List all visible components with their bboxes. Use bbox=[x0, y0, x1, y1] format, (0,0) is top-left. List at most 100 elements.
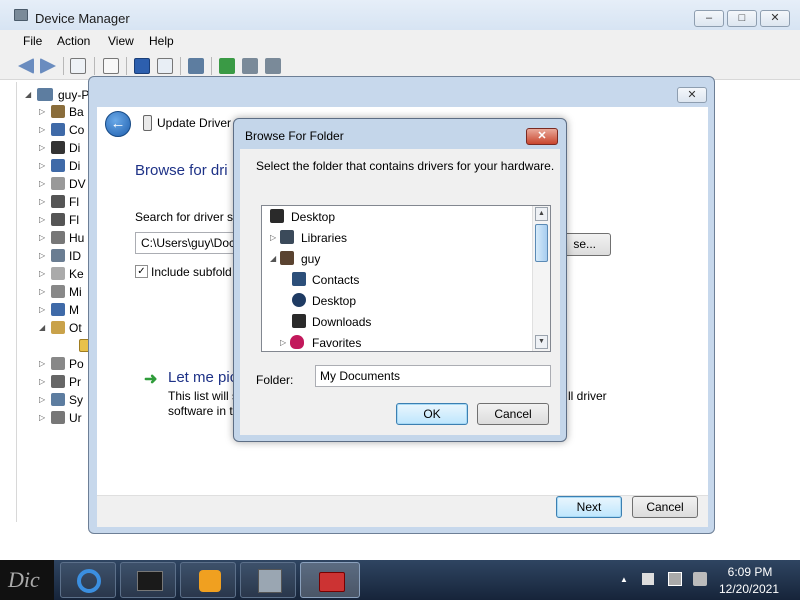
ports-icon bbox=[51, 357, 65, 370]
taskbar-app[interactable] bbox=[240, 562, 296, 598]
expand-icon[interactable]: ▷ bbox=[39, 125, 45, 134]
show-hide-console-tree-icon[interactable] bbox=[70, 58, 86, 74]
toolbar-separator bbox=[180, 57, 181, 75]
expand-icon[interactable]: ▷ bbox=[39, 251, 45, 260]
expand-icon[interactable]: ▷ bbox=[39, 161, 45, 170]
expand-icon[interactable]: ▷ bbox=[39, 269, 45, 278]
floppy-controller-icon bbox=[51, 195, 65, 208]
folder-label: Folder: bbox=[256, 373, 294, 387]
maximize-button[interactable]: □ bbox=[727, 10, 757, 27]
clock-date[interactable]: 12/20/2021 bbox=[712, 582, 786, 596]
collapse-icon[interactable]: ◢ bbox=[39, 323, 45, 332]
toolbar-separator bbox=[63, 57, 64, 75]
close-button[interactable]: ✕ bbox=[760, 10, 790, 27]
forward-icon[interactable] bbox=[40, 58, 56, 74]
menu-action[interactable]: Action bbox=[57, 34, 90, 48]
scan-hardware-icon[interactable] bbox=[188, 58, 204, 74]
scroll-up-button[interactable]: ▲ bbox=[535, 207, 548, 221]
cancel-button[interactable]: Cancel bbox=[477, 403, 549, 425]
back-icon[interactable] bbox=[18, 58, 34, 74]
include-subfolders-label[interactable]: Include subfold bbox=[151, 265, 232, 279]
expand-icon[interactable]: ▷ bbox=[39, 215, 45, 224]
pick-from-list-description: This list will s bbox=[168, 389, 239, 403]
taskbar: Dic ▲ 6:09 PM 12/20/2021 bbox=[0, 560, 800, 600]
disable-device-icon[interactable] bbox=[265, 58, 281, 74]
processor-icon bbox=[51, 375, 65, 388]
libraries-icon bbox=[280, 230, 294, 244]
expand-icon[interactable]: ▷ bbox=[39, 395, 45, 404]
close-icon: ✕ bbox=[687, 89, 697, 101]
update-driver-icon[interactable] bbox=[219, 58, 235, 74]
device-icon bbox=[143, 115, 152, 131]
expand-icon[interactable]: ▷ bbox=[39, 179, 45, 188]
menu-help[interactable]: Help bbox=[149, 34, 174, 48]
expand-icon[interactable]: ▷ bbox=[39, 413, 45, 422]
taskbar-app[interactable] bbox=[60, 562, 116, 598]
start-label: Dic bbox=[8, 567, 40, 592]
expand-icon[interactable]: ▷ bbox=[270, 233, 276, 242]
taskbar-app[interactable] bbox=[180, 562, 236, 598]
ok-button[interactable]: OK bbox=[396, 403, 468, 425]
device-manager-titlebar[interactable]: Device Manager – □ ✕ bbox=[0, 0, 800, 30]
close-icon: ✕ bbox=[770, 12, 780, 24]
maximize-icon: □ bbox=[738, 12, 746, 24]
back-arrow-icon: ← bbox=[110, 115, 126, 132]
pick-from-list-description-tail: ll driver bbox=[568, 389, 607, 403]
action-pane-icon[interactable] bbox=[157, 58, 173, 74]
expand-icon[interactable]: ▷ bbox=[39, 377, 45, 386]
search-location-label: Search for driver so bbox=[135, 210, 240, 224]
collapse-icon[interactable]: ◢ bbox=[25, 90, 31, 99]
taskbar-app[interactable] bbox=[120, 562, 176, 598]
user-folder-icon bbox=[280, 251, 294, 265]
computer-icon bbox=[51, 123, 65, 136]
minimize-button[interactable]: – bbox=[694, 10, 724, 27]
taskbar-app-active[interactable] bbox=[300, 562, 360, 598]
wizard-footer: Next Cancel bbox=[97, 495, 708, 527]
wizard-back-button[interactable]: ← bbox=[105, 111, 131, 137]
expand-icon[interactable]: ▷ bbox=[39, 107, 45, 116]
expand-icon[interactable]: ▷ bbox=[280, 338, 286, 347]
folder-input[interactable]: My Documents bbox=[315, 365, 551, 387]
expand-icon[interactable]: ▷ bbox=[39, 305, 45, 314]
clock-time[interactable]: 6:09 PM bbox=[720, 565, 780, 579]
favorites-icon bbox=[290, 335, 304, 349]
help-icon[interactable] bbox=[134, 58, 150, 74]
mouse-icon bbox=[51, 285, 65, 298]
start-button[interactable]: Dic bbox=[0, 560, 54, 600]
include-subfolders-checkbox[interactable]: ✓ bbox=[135, 265, 148, 278]
keyboard-icon bbox=[51, 267, 65, 280]
expand-icon[interactable]: ▷ bbox=[39, 287, 45, 296]
uninstall-device-icon[interactable] bbox=[242, 58, 258, 74]
display-adapter-icon bbox=[51, 159, 65, 172]
cancel-button[interactable]: Cancel bbox=[632, 496, 698, 518]
expand-icon[interactable]: ▷ bbox=[39, 143, 45, 152]
desktop-icon bbox=[292, 293, 306, 307]
other-devices-icon bbox=[51, 321, 65, 334]
minimize-icon: – bbox=[705, 12, 713, 24]
tree-root[interactable]: ◢ guy-P bbox=[25, 86, 95, 104]
monitor-icon bbox=[51, 303, 65, 316]
volume-muted-icon[interactable] bbox=[693, 572, 707, 586]
expand-icon[interactable]: ▷ bbox=[39, 197, 45, 206]
show-hidden-icons-button[interactable]: ▲ bbox=[620, 575, 628, 584]
action-center-flag-icon[interactable] bbox=[642, 573, 654, 585]
scroll-down-button[interactable]: ▼ bbox=[535, 335, 548, 349]
next-button[interactable]: Next bbox=[556, 496, 622, 518]
dialog-close-button[interactable]: ✕ bbox=[526, 128, 558, 145]
network-icon[interactable] bbox=[668, 572, 682, 586]
menu-view[interactable]: View bbox=[108, 34, 134, 48]
menu-file[interactable]: File bbox=[23, 34, 42, 48]
expand-icon[interactable]: ▷ bbox=[39, 359, 45, 368]
contacts-icon bbox=[292, 272, 306, 286]
folder-tree[interactable]: Desktop ▷ Libraries ◢ guy Contacts Deskt… bbox=[261, 205, 551, 352]
folder-tree-scrollbar[interactable]: ▲ ▼ bbox=[532, 206, 550, 351]
green-arrow-icon: ➜ bbox=[144, 371, 158, 388]
pick-from-list-link[interactable]: Let me pic bbox=[168, 369, 237, 386]
collapse-icon[interactable]: ◢ bbox=[270, 254, 276, 263]
dialog-instruction: Select the folder that contains drivers … bbox=[256, 159, 555, 173]
scroll-thumb[interactable] bbox=[535, 224, 548, 262]
wizard-close-button[interactable]: ✕ bbox=[677, 87, 707, 103]
expand-icon[interactable]: ▷ bbox=[39, 233, 45, 242]
properties-icon[interactable] bbox=[103, 58, 119, 74]
window-title: Device Manager bbox=[35, 11, 130, 26]
